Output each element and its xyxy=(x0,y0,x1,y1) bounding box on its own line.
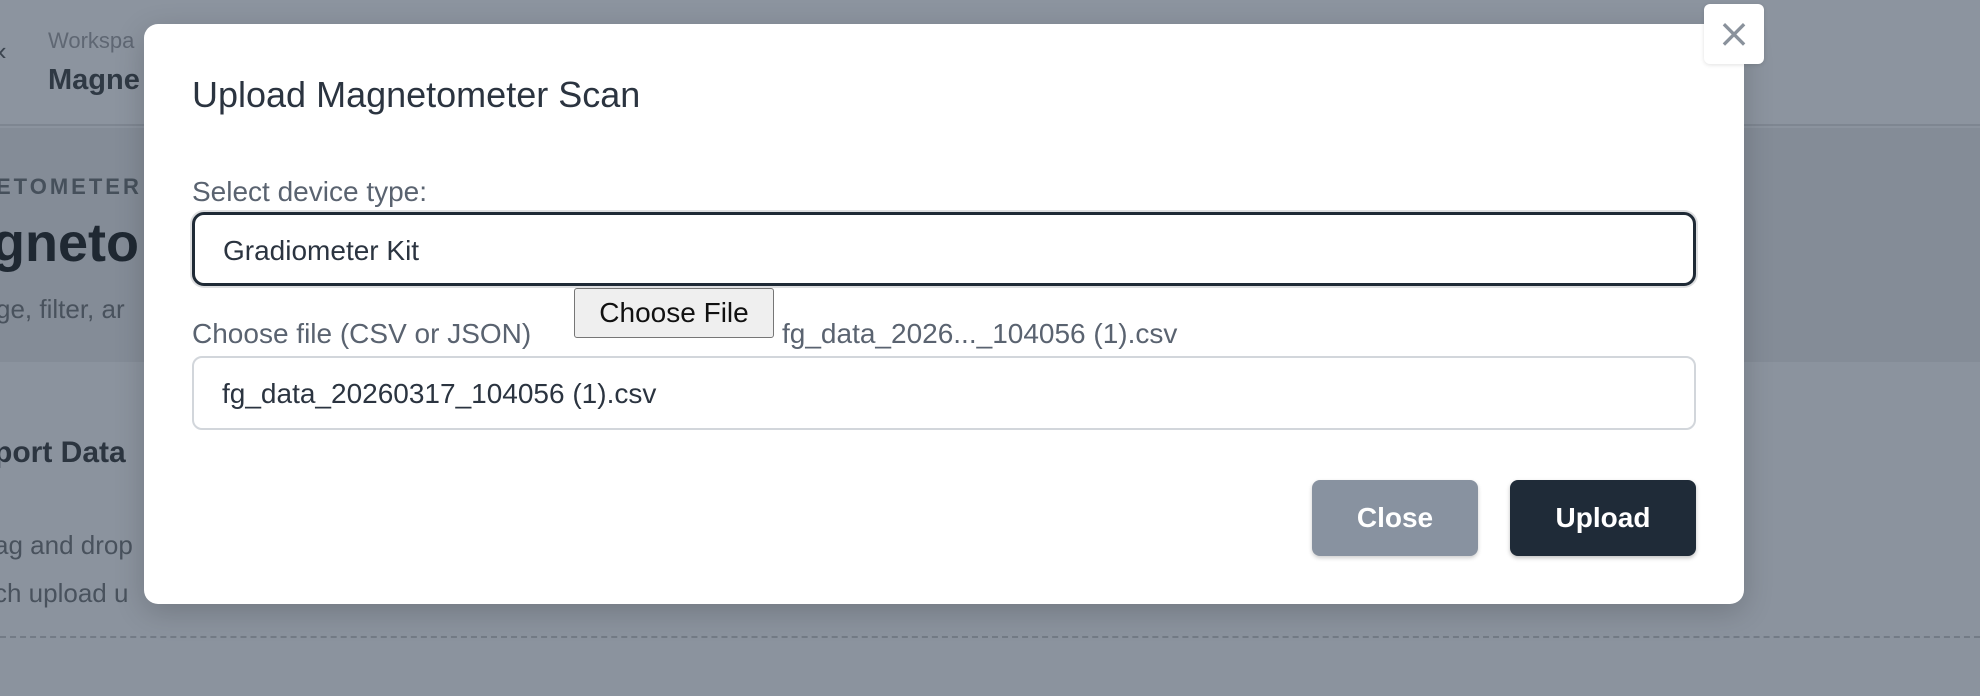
hero-title: gneto xyxy=(0,213,139,273)
close-button[interactable]: Close xyxy=(1312,480,1478,556)
device-type-selected-value: Gradiometer Kit xyxy=(223,235,420,266)
hero-subtitle: ge, filter, ar xyxy=(0,294,125,324)
hero-eyebrow: ETOMETER xyxy=(0,174,142,199)
section-text-line: ch upload u xyxy=(0,578,129,608)
upload-button[interactable]: Upload xyxy=(1510,480,1696,556)
upload-modal: Upload Magnetometer Scan Select device t… xyxy=(144,24,1744,604)
chosen-file-name: fg_data_2026..._104056 (1).csv xyxy=(782,318,1178,349)
close-icon[interactable]: × xyxy=(1704,4,1764,64)
section-title: port Data xyxy=(0,436,126,469)
back-icon: ‹ xyxy=(0,36,7,67)
device-type-select[interactable]: Gradiometer Kit xyxy=(192,212,1696,286)
dropzone xyxy=(0,636,1980,696)
filename-input-value: fg_data_20260317_104056 (1).csv xyxy=(222,378,657,409)
choose-file-button[interactable]: Choose File xyxy=(574,288,774,338)
filename-input[interactable]: fg_data_20260317_104056 (1).csv xyxy=(192,356,1696,430)
device-type-label: Select device type: xyxy=(192,176,428,207)
breadcrumb-title: Magne xyxy=(48,64,140,96)
breadcrumb: Workspa xyxy=(48,28,135,53)
section-text-line: ag and drop xyxy=(0,530,133,560)
modal-title: Upload Magnetometer Scan xyxy=(192,74,641,115)
file-label: Choose file (CSV or JSON) xyxy=(192,318,532,349)
